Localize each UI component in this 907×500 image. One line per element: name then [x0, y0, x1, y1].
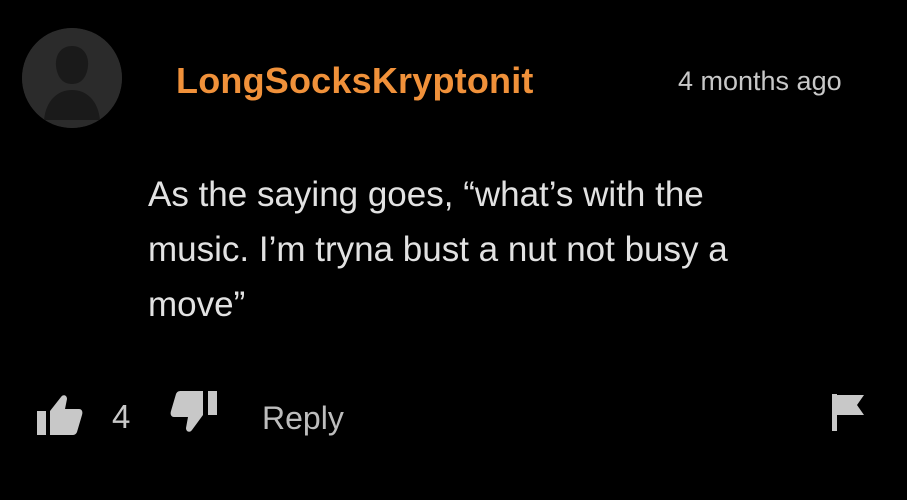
comment-body-line: move” — [148, 285, 246, 324]
like-count: 4 — [112, 398, 131, 435]
default-user-avatar-icon — [22, 28, 122, 128]
comment-body: As the saying goes, “what’s with the mus… — [148, 167, 868, 332]
reply-button[interactable]: Reply — [262, 400, 344, 437]
comment-timestamp: 4 months ago — [678, 66, 842, 96]
flag-icon[interactable] — [830, 392, 866, 432]
username-link[interactable]: LongSocksKryptonit — [176, 60, 534, 102]
thumbs-up-icon[interactable] — [37, 394, 83, 436]
comment-card: LongSocksKryptonit 4 months ago As the s… — [0, 0, 907, 500]
comment-body-line: music. I’m tryna bust a nut not busy a — [148, 230, 728, 269]
thumbs-down-icon[interactable] — [170, 390, 218, 434]
comment-actions: 4 Reply — [0, 380, 907, 450]
comment-body-line: As the saying goes, “what’s with the — [148, 175, 704, 214]
avatar[interactable] — [22, 28, 122, 128]
